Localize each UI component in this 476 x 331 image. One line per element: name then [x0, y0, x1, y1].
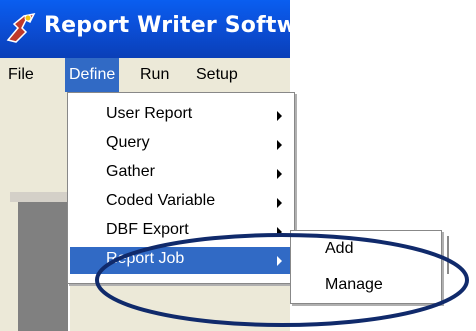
submenu-arrow-icon: [277, 256, 282, 266]
menu-setup[interactable]: Setup: [192, 58, 242, 92]
menu-item-label: User Report: [106, 105, 193, 122]
menu-item-query[interactable]: Query: [70, 131, 292, 158]
title-bar: Report Writer Software: [0, 0, 290, 58]
define-dropdown-menu: User Report Query Gather Coded Variable …: [67, 92, 295, 284]
menu-item-coded-variable[interactable]: Coded Variable: [70, 189, 292, 216]
menu-item-report-job[interactable]: Report Job: [70, 247, 292, 274]
menu-file[interactable]: File: [4, 58, 38, 92]
submenu-arrow-icon: [277, 198, 282, 208]
background-panel: [18, 202, 70, 331]
menu-item-label: Query: [106, 134, 150, 151]
submenu-arrow-icon: [277, 227, 282, 237]
submenu-item-manage[interactable]: Manage: [291, 269, 439, 303]
menu-item-label: DBF Export: [106, 221, 189, 238]
menu-item-label: Report Job: [106, 250, 185, 267]
menu-bar: File Define Run Setup: [0, 58, 290, 92]
submenu-item-add[interactable]: Add: [291, 233, 439, 267]
menu-run[interactable]: Run: [136, 58, 173, 92]
submenu-arrow-icon: [277, 169, 282, 179]
report-job-submenu: Add Manage: [290, 230, 442, 304]
menu-item-gather[interactable]: Gather: [70, 160, 292, 187]
app-icon: [6, 12, 36, 43]
menu-item-dbf-export[interactable]: DBF Export: [70, 218, 292, 245]
submenu-arrow-icon: [277, 111, 282, 121]
menu-item-label: Coded Variable: [106, 192, 216, 209]
submenu-item-label: Manage: [325, 276, 383, 293]
submenu-item-label: Add: [325, 240, 354, 257]
menu-define[interactable]: Define: [65, 58, 120, 92]
submenu-arrow-icon: [277, 140, 282, 150]
background-panel-strip: [10, 192, 70, 202]
menu-item-user-report[interactable]: User Report: [70, 102, 292, 129]
menu-item-label: Gather: [106, 163, 155, 180]
window-title: Report Writer Software: [44, 13, 290, 38]
